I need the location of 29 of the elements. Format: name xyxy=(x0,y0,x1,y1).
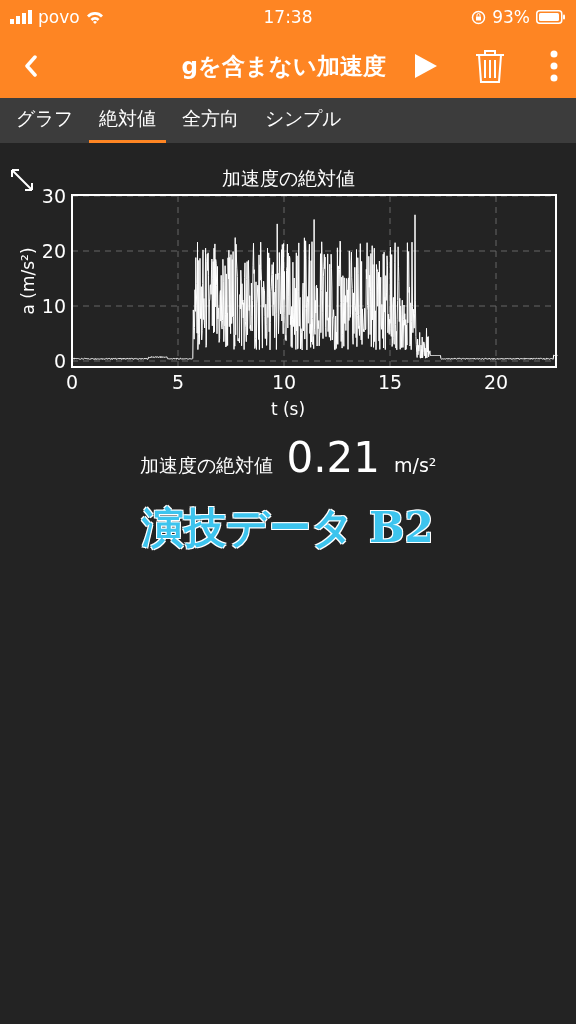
x-axis-label: t (s) xyxy=(270,399,306,419)
window-title: gを含まない加速度 xyxy=(181,51,386,81)
x-tick-label: 15 xyxy=(377,371,403,393)
y-tick-label: 20 xyxy=(41,240,66,262)
expand-icon[interactable] xyxy=(11,169,33,191)
clock-time: 17:38 xyxy=(263,7,313,27)
y-axis-label: a (m/s²) xyxy=(18,247,38,315)
y-tick-label: 30 xyxy=(41,185,66,207)
wifi-icon xyxy=(85,10,104,24)
y-tick-label: 10 xyxy=(41,295,66,317)
rotation-lock-icon xyxy=(471,9,487,25)
y-tick-label: 0 xyxy=(53,350,66,372)
x-tick-label: 20 xyxy=(483,371,509,393)
battery-percent: 93% xyxy=(492,7,530,27)
x-tick-label: 0 xyxy=(65,371,79,393)
value-unit: m/s² xyxy=(394,454,437,476)
tab[interactable]: 全方向 xyxy=(172,98,249,143)
tab[interactable]: 絶対値 xyxy=(89,98,166,143)
signal-icon xyxy=(10,10,32,24)
graph-title: 加速度の絶対値 xyxy=(221,167,355,189)
value-reading: 0.21 xyxy=(286,433,381,482)
carrier-name: povo xyxy=(38,7,80,27)
caption-text: 演技データ B2 xyxy=(141,502,435,554)
tab[interactable]: グラフ xyxy=(6,98,83,143)
x-tick-label: 10 xyxy=(271,371,297,393)
tab[interactable]: シンプル xyxy=(255,98,351,143)
battery-icon xyxy=(536,10,566,24)
x-tick-label: 5 xyxy=(171,371,185,393)
value-label: 加速度の絶対値 xyxy=(139,453,273,478)
